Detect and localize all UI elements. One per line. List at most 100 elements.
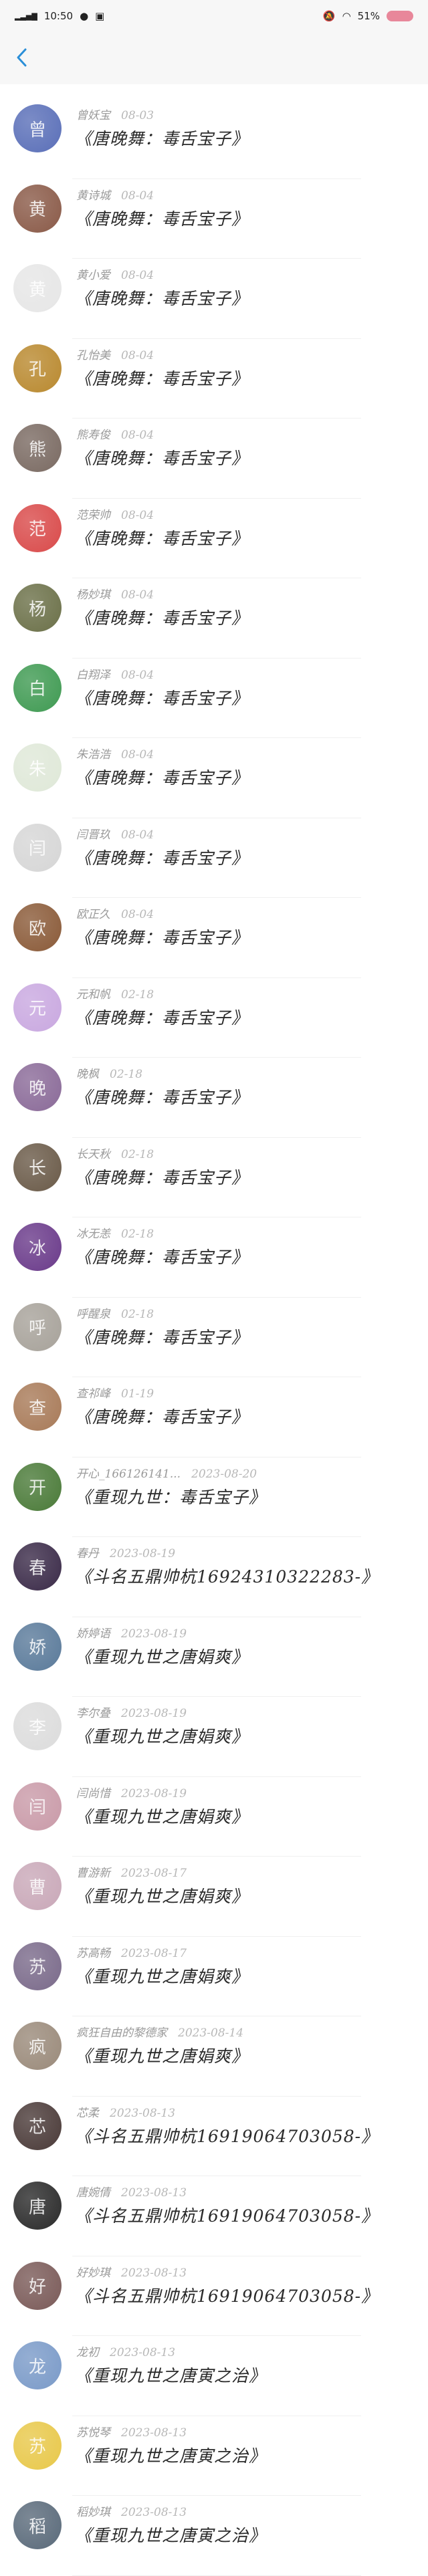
list-item[interactable]: 春 春丹 2023-08-19 《斗名五鼎帅杭16924310322283-》 <box>0 1537 428 1617</box>
avatar-initial: 曾 <box>28 120 46 140</box>
avatar[interactable]: 欧 <box>13 903 62 951</box>
entry-date: 2023-08-17 <box>121 1867 187 1880</box>
list-item[interactable]: 龙 龙初 2023-08-13 《重现九世之唐寅之治》 <box>0 2336 428 2416</box>
list-item[interactable]: 好 好妙琪 2023-08-13 《斗名五鼎帅杭16919064703058-》 <box>0 2256 428 2336</box>
avatar[interactable]: 苏 <box>13 2421 62 2470</box>
list-item[interactable]: 开 开心_166126141... 2023-08-20 《重现九世：毒舌宝子》 <box>0 1457 428 1537</box>
list-item[interactable]: 疯 疯狂自由的黎德家 2023-08-14 《重现九世之唐娟爽》 <box>0 2016 428 2097</box>
list-item[interactable]: 唐 唐婉倩 2023-08-13 《斗名五鼎帅杭16919064703058-》 <box>0 2176 428 2256</box>
list-item[interactable]: 长 长天秋 02-18 《唐晚舞：毒舌宝子》 <box>0 1138 428 1217</box>
entry-date: 2023-08-20 <box>191 1467 257 1481</box>
avatar[interactable]: 黄 <box>13 264 62 312</box>
avatar[interactable]: 龙 <box>13 2341 62 2389</box>
avatar[interactable]: 闫 <box>13 1782 62 1831</box>
avatar[interactable]: 春 <box>13 1542 62 1591</box>
avatar[interactable]: 黄 <box>13 184 62 233</box>
entry-meta: 稻妙琪 2023-08-13 <box>76 2502 187 2519</box>
entry-name: 杨妙琪 <box>76 588 110 602</box>
entry-title: 《唐晚舞：毒舌宝子》 <box>75 209 249 229</box>
list-item[interactable]: 杨 杨妙琪 08-04 《唐晚舞：毒舌宝子》 <box>0 578 428 659</box>
list-item[interactable]: 李 李尔叠 2023-08-19 《重现九世之唐娟爽》 <box>0 1697 428 1777</box>
list-item[interactable]: 娇 娇婷语 2023-08-19 《重现九世之唐娟爽》 <box>0 1617 428 1697</box>
list-item[interactable]: 查 查祁峰 01-19 《唐晚舞：毒舌宝子》 <box>0 1377 428 1457</box>
entry-name: 呼醒泉 <box>76 1307 110 1321</box>
list-item[interactable]: 朱 朱浩浩 08-04 《唐晚舞：毒舌宝子》 <box>0 738 428 818</box>
avatar[interactable]: 长 <box>13 1143 62 1191</box>
list-item[interactable]: 黄 黄小爱 08-04 《唐晚舞：毒舌宝子》 <box>0 259 428 339</box>
entry-name: 查祁峰 <box>76 1387 110 1401</box>
entry-name: 稻妙琪 <box>76 2506 110 2519</box>
entry-name: 曾妖宝 <box>76 109 110 122</box>
avatar[interactable]: 孔 <box>13 344 62 392</box>
entry-name: 晚枫 <box>76 1068 99 1081</box>
entry-date: 08-04 <box>121 908 154 921</box>
list-item[interactable]: 芯 芯柔 2023-08-13 《斗名五鼎帅杭16919064703058-》 <box>0 2097 428 2176</box>
entry-title: 《斗名五鼎帅杭16919064703058-》 <box>75 2126 379 2146</box>
entry-name: 苏高畅 <box>76 1946 110 1960</box>
list-item[interactable]: 冰 冰无恙 02-18 《唐晚舞：毒舌宝子》 <box>0 1217 428 1298</box>
entry-title: 《唐晚舞：毒舌宝子》 <box>75 688 249 708</box>
avatar-initial: 稻 <box>28 2516 46 2537</box>
entry-date: 2023-08-19 <box>121 1627 187 1641</box>
status-left: ▂▃▅▇ 10:50 ● ▣ <box>15 10 104 22</box>
avatar[interactable]: 开 <box>13 1462 62 1511</box>
avatar-initial: 疯 <box>28 2037 46 2058</box>
entry-name: 芯柔 <box>76 2106 99 2120</box>
avatar[interactable]: 杨 <box>13 584 62 632</box>
avatar-initial: 熊 <box>28 439 46 460</box>
avatar[interactable]: 曾 <box>13 104 62 152</box>
list-item[interactable]: 曾 曾妖宝 08-03 《唐晚舞：毒舌宝子》 <box>0 99 428 179</box>
list-item[interactable]: 呼 呼醒泉 02-18 《唐晚舞：毒舌宝子》 <box>0 1298 428 1377</box>
entry-date: 08-04 <box>121 588 154 602</box>
avatar[interactable]: 好 <box>13 2261 62 2310</box>
list-item[interactable]: 苏 苏高畅 2023-08-17 《重现九世之唐娟爽》 <box>0 1937 428 2016</box>
avatar-initial: 欧 <box>28 919 46 939</box>
avatar[interactable]: 李 <box>13 1702 62 1750</box>
list-item[interactable]: 白 白翔泽 08-04 《唐晚舞：毒舌宝子》 <box>0 659 428 738</box>
avatar[interactable]: 疯 <box>13 2022 62 2070</box>
list-item[interactable]: 苏 苏悦琴 2023-08-13 《重现九世之唐寅之治》 <box>0 2416 428 2496</box>
avatar[interactable]: 唐 <box>13 2182 62 2230</box>
avatar[interactable]: 曹 <box>13 1862 62 1910</box>
avatar[interactable]: 查 <box>13 1383 62 1431</box>
entry-name: 开心_166126141... <box>76 1467 181 1481</box>
avatar[interactable]: 晚 <box>13 1063 62 1111</box>
entry-name: 元和帆 <box>76 987 110 1002</box>
avatar[interactable]: 范 <box>13 503 62 552</box>
list-item[interactable]: 孔 孔怡美 08-04 《唐晚舞：毒舌宝子》 <box>0 339 428 419</box>
list-item[interactable]: 熊 熊寿俊 08-04 《唐晚舞：毒舌宝子》 <box>0 419 428 499</box>
mute-icon: 🔕 <box>322 10 336 22</box>
avatar[interactable]: 闫 <box>13 823 62 872</box>
list-item[interactable]: 闫 闫晋玖 08-04 《唐晚舞：毒舌宝子》 <box>0 818 428 898</box>
avatar[interactable]: 呼 <box>13 1302 62 1351</box>
entry-title: 《唐晚舞：毒舌宝子》 <box>75 289 249 308</box>
chevron-left-icon[interactable] <box>12 45 32 70</box>
avatar[interactable]: 元 <box>13 983 62 1032</box>
avatar[interactable]: 熊 <box>13 424 62 472</box>
entry-meta: 疯狂自由的黎德家 2023-08-14 <box>76 2023 243 2040</box>
entry-meta: 呼醒泉 02-18 <box>76 1304 154 1321</box>
list-item[interactable]: 元 元和帆 02-18 《唐晚舞：毒舌宝子》 <box>0 978 428 1058</box>
avatar-initial: 查 <box>28 1398 46 1419</box>
list-item[interactable]: 闫 闫尚惜 2023-08-19 《重现九世之唐娟爽》 <box>0 1777 428 1857</box>
avatar[interactable]: 芯 <box>13 2101 62 2150</box>
entry-title: 《重现九世之唐娟爽》 <box>75 2046 249 2066</box>
avatar-initial: 元 <box>28 999 46 1019</box>
list-item[interactable]: 稻 稻妙琪 2023-08-13 《重现九世之唐寅之治》 <box>0 2496 428 2576</box>
entry-name: 孔怡美 <box>76 348 110 362</box>
avatar[interactable]: 稻 <box>13 2501 62 2549</box>
notification-icon: ● <box>80 10 89 22</box>
avatar[interactable]: 苏 <box>13 1942 62 1990</box>
list-item[interactable]: 范 范荣帅 08-04 《唐晚舞：毒舌宝子》 <box>0 499 428 578</box>
entry-meta: 黄诗城 08-04 <box>76 186 154 203</box>
list-item[interactable]: 曹 曹游新 2023-08-17 《重现九世之唐娟爽》 <box>0 1857 428 1937</box>
avatar[interactable]: 朱 <box>13 743 62 792</box>
avatar[interactable]: 娇 <box>13 1622 62 1671</box>
list-item[interactable]: 晚 晚枫 02-18 《唐晚舞：毒舌宝子》 <box>0 1058 428 1138</box>
avatar[interactable]: 白 <box>13 663 62 712</box>
entry-meta: 晚枫 02-18 <box>76 1064 142 1081</box>
avatar-initial: 李 <box>28 1718 46 1738</box>
list-item[interactable]: 黄 黄诗城 08-04 《唐晚舞：毒舌宝子》 <box>0 179 428 259</box>
avatar[interactable]: 冰 <box>13 1223 62 1271</box>
list-item[interactable]: 欧 欧正久 08-04 《唐晚舞：毒舌宝子》 <box>0 898 428 978</box>
